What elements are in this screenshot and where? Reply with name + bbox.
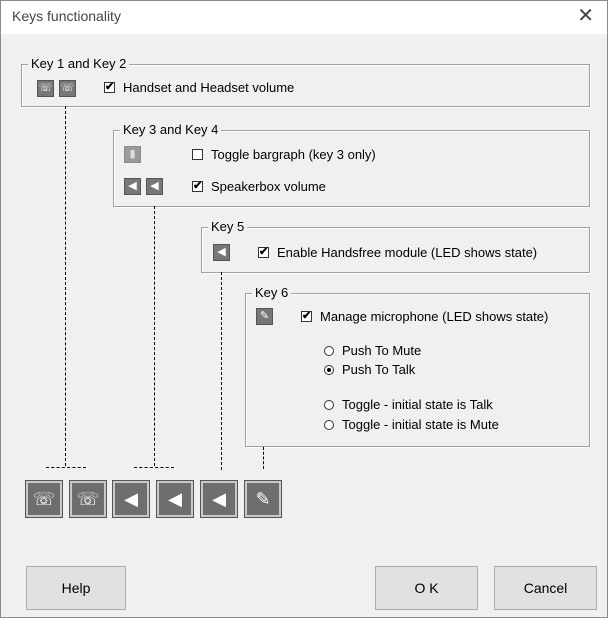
microphone-icon: ✎ bbox=[255, 489, 271, 509]
group-key1-key2-legend: Key 1 and Key 2 bbox=[28, 56, 130, 72]
checkbox-label: Handset and Headset volume bbox=[123, 80, 295, 95]
checkbox-label: Enable Handsfree module (LED shows state… bbox=[277, 245, 538, 260]
toggle-bargraph-checkbox[interactable]: Toggle bargraph (key 3 only) bbox=[192, 147, 376, 162]
checkbox-label: Manage microphone (LED shows state) bbox=[320, 309, 549, 324]
checkbox-mark bbox=[192, 149, 203, 160]
radio-label: Toggle - initial state is Talk bbox=[342, 397, 493, 412]
enable-handsfree-checkbox[interactable]: ✔ Enable Handsfree module (LED shows sta… bbox=[258, 245, 537, 260]
checkbox-mark: ✔ bbox=[192, 180, 203, 192]
window-title: Keys functionality bbox=[12, 8, 121, 24]
key-4-button[interactable]: ◀ bbox=[156, 480, 194, 518]
close-icon[interactable]: ✕ bbox=[577, 4, 594, 28]
key-3-button[interactable]: ◀ bbox=[112, 480, 150, 518]
radio-push-to-talk[interactable]: Push To Talk bbox=[324, 362, 415, 377]
headset-volume-icon: ☏ bbox=[76, 489, 100, 509]
radio-dot bbox=[324, 419, 334, 430]
radio-label: Push To Talk bbox=[342, 362, 416, 377]
group-key3-key4: Key 3 and Key 4 bbox=[113, 122, 590, 207]
connector-key6 bbox=[263, 447, 264, 469]
microphone-icon: ✎ bbox=[256, 308, 273, 325]
speaker-volume-up-icon: ◀ bbox=[168, 489, 182, 509]
key-5-button[interactable]: ◀ bbox=[200, 480, 238, 518]
handset-headset-volume-checkbox[interactable]: ✔ Handset and Headset volume bbox=[104, 80, 294, 95]
radio-dot bbox=[324, 399, 334, 410]
checkbox-mark: ✔ bbox=[301, 310, 312, 322]
group-key6-legend: Key 6 bbox=[252, 285, 292, 301]
help-button[interactable]: Help bbox=[26, 566, 126, 610]
speaker-volume-down-icon: ◀ bbox=[124, 489, 138, 509]
radio-label: Push To Mute bbox=[342, 343, 422, 358]
connector-key3-4 bbox=[154, 206, 155, 466]
checkbox-label: Speakerbox volume bbox=[211, 179, 326, 194]
ok-button[interactable]: O K bbox=[375, 566, 478, 610]
speaker-volume-down-icon: ◀ bbox=[124, 178, 141, 195]
radio-dot bbox=[324, 345, 334, 356]
connector-key1-2 bbox=[65, 106, 66, 466]
speaker-volume-up-icon: ◀ bbox=[146, 178, 163, 195]
title-bar: Keys functionality ✕ bbox=[0, 0, 608, 34]
group-key3-key4-legend: Key 3 and Key 4 bbox=[120, 122, 222, 138]
manage-microphone-checkbox[interactable]: ✔ Manage microphone (LED shows state) bbox=[301, 309, 548, 324]
key-6-button[interactable]: ✎ bbox=[244, 480, 282, 518]
key-1-button[interactable]: ☏ bbox=[25, 480, 63, 518]
handsfree-speaker-icon: ◀ bbox=[212, 489, 226, 509]
radio-push-to-mute[interactable]: Push To Mute bbox=[324, 343, 421, 358]
key-2-button[interactable]: ☏ bbox=[69, 480, 107, 518]
checkbox-mark: ✔ bbox=[104, 81, 115, 93]
group-key5-legend: Key 5 bbox=[208, 219, 248, 235]
checkbox-mark: ✔ bbox=[258, 246, 269, 258]
connector-key3-4-bar bbox=[134, 467, 174, 468]
bargraph-icon: ▮ bbox=[124, 146, 141, 163]
headset-volume-icon: ☏ bbox=[59, 80, 76, 97]
radio-label: Toggle - initial state is Mute bbox=[342, 417, 499, 432]
radio-toggle-mute[interactable]: Toggle - initial state is Mute bbox=[324, 417, 499, 432]
connector-key5 bbox=[221, 272, 222, 470]
handset-icon: ☏ bbox=[37, 80, 54, 97]
handsfree-speaker-icon: ◀ bbox=[213, 244, 230, 261]
checkbox-label: Toggle bargraph (key 3 only) bbox=[211, 147, 376, 162]
connector-key1-2-bar bbox=[46, 467, 86, 468]
radio-dot bbox=[324, 364, 334, 375]
cancel-button[interactable]: Cancel bbox=[494, 566, 597, 610]
radio-toggle-talk[interactable]: Toggle - initial state is Talk bbox=[324, 397, 493, 412]
handset-icon: ☏ bbox=[32, 489, 56, 509]
speakerbox-volume-checkbox[interactable]: ✔ Speakerbox volume bbox=[192, 179, 326, 194]
